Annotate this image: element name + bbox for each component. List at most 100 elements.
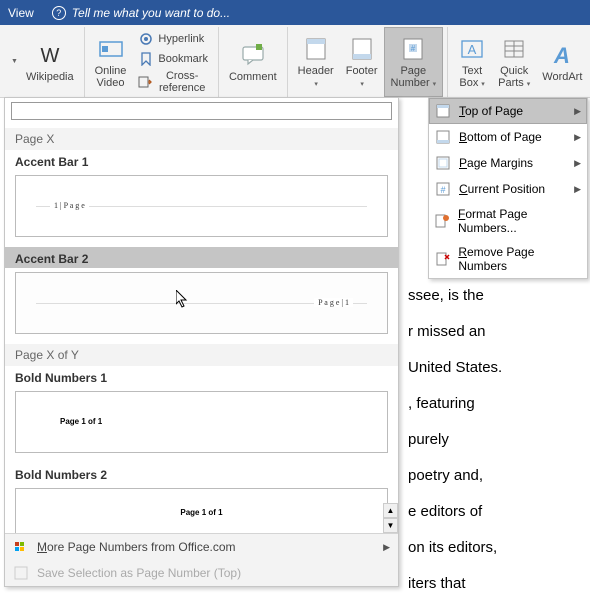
gallery-item-accent1-preview[interactable]: 1 | P a g e [15, 175, 388, 237]
wordart-icon: A [548, 41, 576, 69]
menu-top-of-page[interactable]: Top of Page ▶ [429, 98, 587, 124]
comment-label: Comment [229, 71, 277, 83]
bold1-sample: Page 1 of 1 [60, 417, 102, 426]
gallery-item-accent1-label: Accent Bar 1 [5, 150, 398, 171]
svg-text:A: A [468, 42, 477, 57]
header-icon [302, 35, 330, 63]
gallery-item-bold1-preview[interactable]: Page 1 of 1 [15, 391, 388, 453]
menu-remove-label: Remove Page Numbers [458, 245, 581, 273]
comment-button[interactable]: Comment [223, 27, 283, 97]
current-icon: # [435, 181, 451, 197]
header-label: Header ▾ [298, 65, 334, 89]
cross-reference-button[interactable]: Cross-reference [134, 69, 212, 95]
svg-text:A: A [553, 43, 570, 67]
wikipedia-icon: W [36, 41, 64, 69]
page-number-menu: Top of Page ▶ Bottom of Page ▶ Page Marg… [428, 97, 588, 279]
crossref-icon [138, 74, 152, 90]
accent1-sample: 1 | P a g e [50, 201, 89, 210]
gallery-search-input[interactable] [11, 102, 392, 120]
doc-line: iters that [408, 566, 582, 602]
wordart-button[interactable]: A WordArt [536, 27, 588, 97]
chevron-right-icon: ▶ [383, 542, 390, 553]
gallery-item-bold2-preview[interactable]: Page 1 of 1 [15, 488, 388, 533]
ribbon: ▼ W Wikipedia Online Video Hyperlink Boo… [0, 25, 590, 98]
office-icon [13, 539, 29, 555]
hyperlink-button[interactable]: Hyperlink [134, 29, 212, 49]
gallery-save-label: Save Selection as Page Number (Top) [37, 566, 241, 580]
doc-line: r missed an [408, 314, 582, 350]
menu-current-position[interactable]: # Current Position ▶ [429, 176, 587, 202]
svg-text:#: # [440, 185, 445, 195]
wikipedia-button[interactable]: W Wikipedia [20, 27, 80, 97]
doc-line: purely [408, 422, 582, 458]
doc-line: on its editors, [408, 530, 582, 566]
gallery-save-selection: Save Selection as Page Number (Top) [5, 560, 398, 586]
dropdown-split[interactable]: ▼ [8, 27, 20, 97]
margins-icon [435, 155, 451, 171]
doc-line: e editors of [408, 494, 582, 530]
bulb-icon: ? [52, 6, 66, 20]
scroll-down[interactable]: ▼ [383, 518, 398, 533]
wikipedia-label: Wikipedia [26, 71, 74, 83]
bookmark-icon [138, 51, 154, 67]
gallery-item-accent2-preview[interactable]: P a g e | 1 [15, 272, 388, 334]
bookmark-label: Bookmark [158, 53, 208, 65]
tell-me-input[interactable]: Tell me what you want to do... [72, 6, 230, 20]
page-number-label: Page Number ▾ [391, 65, 437, 89]
gallery-search[interactable] [11, 102, 392, 120]
comment-icon [239, 41, 267, 69]
svg-text:W: W [40, 45, 59, 66]
doc-line: ssee, is the [408, 278, 582, 314]
doc-line: United States. [408, 350, 582, 386]
gallery-category-pagex: Page X [5, 128, 398, 150]
top-icon [435, 103, 451, 119]
footer-button[interactable]: Footer ▾ [340, 27, 384, 97]
view-tab[interactable]: View [8, 6, 34, 20]
header-button[interactable]: Header ▾ [292, 27, 340, 97]
hyperlink-label: Hyperlink [158, 33, 204, 45]
menu-page-margins[interactable]: Page Margins ▶ [429, 150, 587, 176]
title-bar: View ? Tell me what you want to do... [0, 0, 590, 25]
bottom-icon [435, 129, 451, 145]
textbox-label: Text Box ▾ [459, 65, 484, 89]
accent2-sample: P a g e | 1 [314, 298, 353, 307]
page-number-button[interactable]: # Page Number ▾ [384, 27, 444, 97]
online-video-button[interactable]: Online Video [89, 27, 133, 97]
menu-margins-label: Page Margins [459, 156, 533, 170]
doc-line: poetry and, [408, 458, 582, 494]
gallery-item-accent2-label: Accent Bar 2 [5, 247, 398, 268]
gallery-item-bold2-label: Bold Numbers 2 [5, 463, 398, 484]
svg-text:#: # [411, 44, 416, 53]
gallery-category-pagexofy: Page X of Y [5, 344, 398, 366]
footer-icon [348, 35, 376, 63]
page-number-gallery: Page X Accent Bar 1 1 | P a g e Accent B… [4, 97, 399, 587]
menu-current-label: Current Position [459, 182, 545, 196]
chevron-right-icon: ▶ [574, 158, 581, 169]
text-box-button[interactable]: A Text Box ▾ [452, 27, 492, 97]
footer-label: Footer ▾ [346, 65, 378, 89]
menu-bottom-of-page[interactable]: Bottom of Page ▶ [429, 124, 587, 150]
video-icon [97, 35, 125, 63]
gallery-item-bold1-label: Bold Numbers 1 [5, 366, 398, 387]
bold2-sample: Page 1 of 1 [180, 508, 222, 517]
scroll-up[interactable]: ▲ [383, 503, 398, 518]
doc-line: , featuring [408, 386, 582, 422]
wordart-label: WordArt [542, 71, 582, 83]
save-icon [13, 565, 29, 581]
chevron-right-icon: ▶ [574, 132, 581, 143]
menu-top-label: Top of Page [459, 104, 523, 118]
menu-remove-page-numbers[interactable]: Remove Page Numbers [429, 240, 587, 278]
menu-bottom-label: Bottom of Page [459, 130, 542, 144]
quickparts-label: Quick Parts ▾ [498, 65, 530, 89]
crossref-label: Cross-reference [156, 70, 208, 94]
chevron-right-icon: ▶ [574, 184, 581, 195]
textbox-icon: A [458, 35, 486, 63]
menu-format-page-numbers[interactable]: Format Page Numbers... [429, 202, 587, 240]
quick-parts-button[interactable]: Quick Parts ▾ [492, 27, 536, 97]
mouse-cursor [176, 290, 192, 310]
bookmark-button[interactable]: Bookmark [134, 49, 212, 69]
remove-icon [435, 251, 450, 267]
gallery-more-office[interactable]: More Page Numbers from Office.com ▶ [5, 534, 398, 560]
online-video-label: Online Video [95, 65, 127, 89]
menu-format-label: Format Page Numbers... [458, 207, 581, 235]
